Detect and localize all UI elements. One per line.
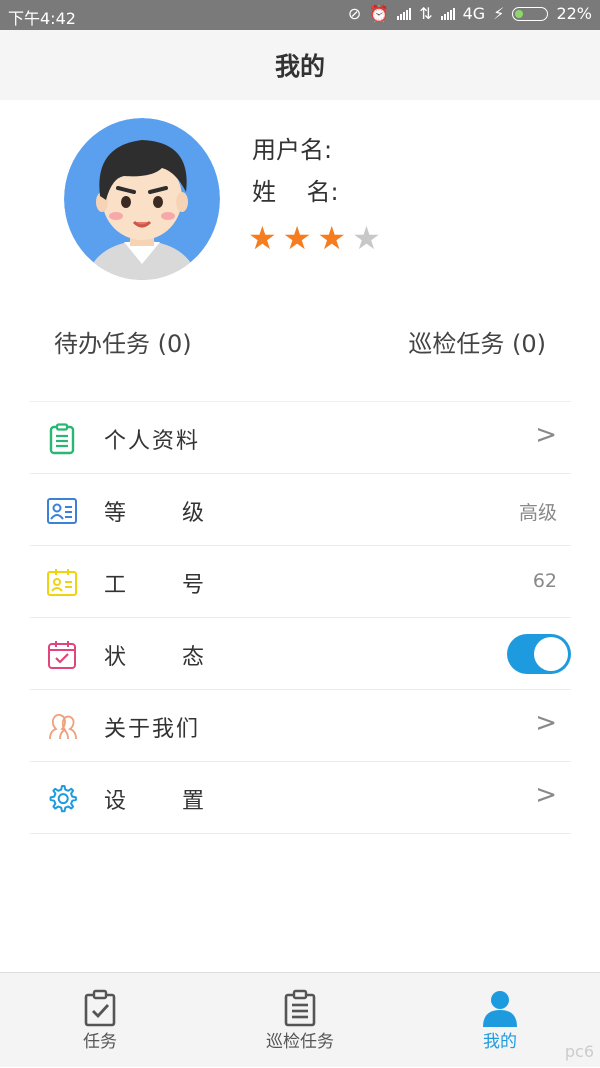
- task-counts: 待办任务 (0) 巡检任务 (0): [0, 318, 600, 362]
- level-value: 高级: [519, 498, 557, 525]
- profile-menu: 个人资料 > 等 级 高级 工 号 62: [30, 401, 571, 834]
- calendar-check-icon: [46, 639, 78, 671]
- todo-task-count[interactable]: 待办任务 (0): [54, 324, 192, 359]
- menu-item-label: 关于我们: [104, 711, 200, 743]
- page-title: 我的: [275, 47, 325, 83]
- status-bar: 下午4:42 ⊘ ⏰ ⇅ 4G ⚡ 22%: [0, 0, 600, 30]
- chevron-right-icon: >: [535, 420, 557, 450]
- menu-item-status: 状 态: [30, 618, 571, 690]
- menu-item-settings[interactable]: 设 置 >: [30, 762, 571, 834]
- username-label: 用户名:: [252, 132, 339, 174]
- menu-item-profile[interactable]: 个人资料 >: [30, 402, 571, 474]
- no-sync-icon: ⊘: [348, 4, 361, 23]
- menu-item-label: 状 态: [104, 639, 206, 671]
- watermark: pc6: [565, 1042, 594, 1061]
- star-filled-icon: ★: [317, 222, 346, 254]
- star-empty-icon: ★: [352, 222, 381, 254]
- star-filled-icon: ★: [248, 222, 277, 254]
- charging-icon: ⚡: [493, 4, 504, 23]
- menu-item-level: 等 级 高级: [30, 474, 571, 546]
- network-type: 4G: [463, 4, 486, 23]
- star-filled-icon: ★: [283, 222, 312, 254]
- tab-patrol-tasks[interactable]: 巡检任务: [200, 973, 400, 1068]
- tab-label: 巡检任务: [200, 1027, 400, 1052]
- menu-item-label: 个人资料: [104, 423, 200, 455]
- users-icon: [46, 711, 78, 743]
- avatar-illustration: [64, 118, 220, 280]
- employee-id-value: 62: [533, 570, 557, 592]
- user-info: 用户名: 姓 名:: [252, 132, 339, 216]
- menu-item-label: 设 置: [104, 783, 206, 815]
- toggle-knob: [534, 637, 568, 671]
- signal-icon-2: [441, 8, 455, 20]
- gear-icon: [46, 783, 78, 815]
- badge-icon: [46, 567, 78, 599]
- status-time: 下午4:42: [8, 5, 76, 29]
- data-arrows-icon: ⇅: [419, 4, 432, 23]
- clipboard-check-icon: [81, 989, 119, 1027]
- chevron-right-icon: >: [535, 780, 557, 810]
- menu-item-label: 等 级: [104, 495, 206, 527]
- tab-label: 任务: [0, 1027, 200, 1052]
- status-icons: ⊘ ⏰ ⇅ 4G ⚡ 22%: [348, 4, 592, 23]
- app-header: 我的: [0, 30, 600, 100]
- menu-item-label: 工 号: [104, 567, 206, 599]
- list-clipboard-icon: [281, 989, 319, 1027]
- bottom-tab-bar: 任务 巡检任务 我的: [0, 972, 600, 1067]
- rating-stars: ★★★★: [248, 222, 381, 254]
- menu-item-about[interactable]: 关于我们 >: [30, 690, 571, 762]
- clipboard-icon: [46, 423, 78, 455]
- patrol-task-count[interactable]: 巡检任务 (0): [408, 324, 546, 359]
- status-toggle[interactable]: [507, 634, 571, 674]
- id-card-icon: [46, 495, 78, 527]
- name-label: 姓 名:: [252, 174, 339, 216]
- menu-item-employee-id: 工 号 62: [30, 546, 571, 618]
- signal-icon: [397, 8, 411, 20]
- avatar[interactable]: [64, 118, 220, 280]
- tab-tasks[interactable]: 任务: [0, 973, 200, 1068]
- battery-icon: [512, 7, 548, 21]
- person-icon: [481, 989, 519, 1027]
- alarm-icon: ⏰: [369, 4, 389, 23]
- battery-percent: 22%: [556, 4, 592, 23]
- chevron-right-icon: >: [535, 708, 557, 738]
